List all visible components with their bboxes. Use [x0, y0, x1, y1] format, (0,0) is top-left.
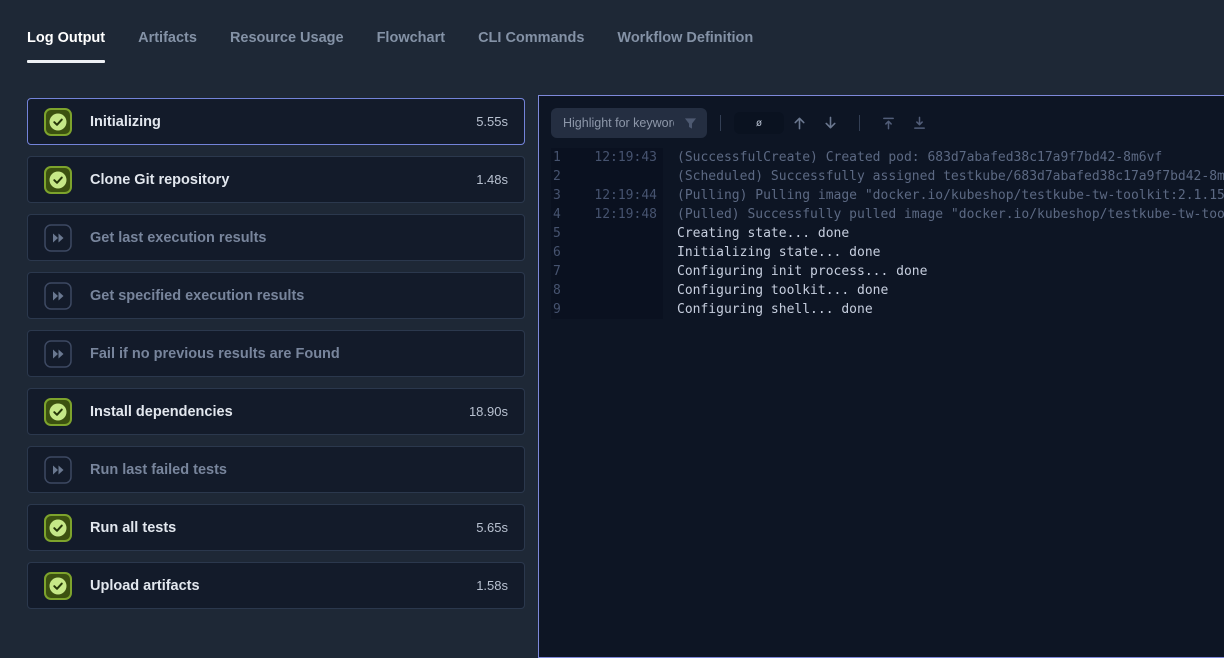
step-label: Get specified execution results — [90, 288, 304, 304]
check-success-icon — [44, 108, 72, 136]
step-duration: 5.65s — [476, 520, 508, 535]
step-label: Install dependencies — [90, 404, 233, 420]
tab-log-output[interactable]: Log Output — [27, 30, 105, 63]
log-line: 6 Initializing state... done — [551, 243, 1224, 262]
toolbar-divider — [859, 115, 860, 131]
log-line: 3 12:19:44 (Pulling) Pulling image "dock… — [551, 186, 1224, 205]
step-label: Fail if no previous results are Found — [90, 346, 340, 362]
line-number: 3 — [551, 186, 575, 205]
log-output-panel: ø 1 12:19:43 (SuccessfulCreate — [538, 95, 1224, 658]
log-line: 2 (Scheduled) Successfully assigned test… — [551, 167, 1224, 186]
line-text: Creating state... done — [663, 224, 849, 243]
step-get-specified-execution-results[interactable]: Get specified execution results — [27, 272, 525, 319]
skip-forward-icon — [44, 224, 72, 252]
check-success-icon — [44, 398, 72, 426]
keyword-search-box[interactable] — [551, 108, 707, 138]
step-install-dependencies[interactable]: Install dependencies 18.90s — [27, 388, 525, 435]
line-timestamp — [575, 262, 663, 281]
line-number: 1 — [551, 148, 575, 167]
check-success-icon — [44, 514, 72, 542]
step-run-last-failed-tests[interactable]: Run last failed tests — [27, 446, 525, 493]
line-number: 4 — [551, 205, 575, 224]
next-match-arrow-down-icon[interactable] — [823, 113, 838, 133]
log-line: 4 12:19:48 (Pulled) Successfully pulled … — [551, 205, 1224, 224]
filter-funnel-icon — [684, 117, 697, 130]
skip-forward-icon — [44, 282, 72, 310]
previous-match-arrow-up-icon[interactable] — [792, 113, 807, 133]
step-upload-artifacts[interactable]: Upload artifacts 1.58s — [27, 562, 525, 609]
line-text: (Pulling) Pulling image "docker.io/kubes… — [663, 186, 1224, 205]
step-label: Run last failed tests — [90, 462, 227, 478]
line-text: (Scheduled) Successfully assigned testku… — [663, 167, 1224, 186]
step-list: Initializing 5.55s Clone Git repository … — [27, 98, 525, 609]
line-timestamp: 12:19:43 — [575, 148, 663, 167]
log-line: 8 Configuring toolkit... done — [551, 281, 1224, 300]
step-label: Upload artifacts — [90, 578, 200, 594]
line-timestamp: 12:19:48 — [575, 205, 663, 224]
step-label: Run all tests — [90, 520, 176, 536]
log-line: 7 Configuring init process... done — [551, 262, 1224, 281]
line-number: 2 — [551, 167, 575, 186]
step-duration: 1.48s — [476, 172, 508, 187]
line-text: (Pulled) Successfully pulled image "dock… — [663, 205, 1224, 224]
line-timestamp — [575, 243, 663, 262]
line-text: Configuring toolkit... done — [663, 281, 888, 300]
tab-cli-commands[interactable]: CLI Commands — [478, 30, 584, 63]
step-label: Initializing — [90, 114, 161, 130]
tab-bar: Log Output Artifacts Resource Usage Flow… — [27, 30, 753, 63]
toolbar-divider — [720, 115, 721, 131]
step-fail-if-no-previous-results[interactable]: Fail if no previous results are Found — [27, 330, 525, 377]
line-timestamp: 12:19:44 — [575, 186, 663, 205]
step-duration: 18.90s — [469, 404, 508, 419]
step-label: Clone Git repository — [90, 172, 229, 188]
tab-resource-usage[interactable]: Resource Usage — [230, 30, 344, 63]
line-text: (SuccessfulCreate) Created pod: 683d7aba… — [663, 148, 1162, 167]
tab-workflow-definition[interactable]: Workflow Definition — [617, 30, 753, 63]
log-lines: 1 12:19:43 (SuccessfulCreate) Created po… — [551, 148, 1224, 319]
line-timestamp — [575, 224, 663, 243]
scroll-to-bottom-icon[interactable] — [912, 113, 927, 133]
step-run-all-tests[interactable]: Run all tests 5.65s — [27, 504, 525, 551]
line-text: Configuring init process... done — [663, 262, 927, 281]
log-line: 9 Configuring shell... done — [551, 300, 1224, 319]
step-get-last-execution-results[interactable]: Get last execution results — [27, 214, 525, 261]
line-timestamp — [575, 167, 663, 186]
line-number: 7 — [551, 262, 575, 281]
step-initializing[interactable]: Initializing 5.55s — [27, 98, 525, 145]
skip-forward-icon — [44, 456, 72, 484]
step-duration: 5.55s — [476, 114, 508, 129]
tab-artifacts[interactable]: Artifacts — [138, 30, 197, 63]
scroll-to-top-icon[interactable] — [881, 113, 896, 133]
line-number: 8 — [551, 281, 575, 300]
keyword-search-input[interactable] — [561, 115, 676, 131]
log-toolbar: ø — [551, 108, 1224, 138]
line-number: 5 — [551, 224, 575, 243]
skip-forward-icon — [44, 340, 72, 368]
step-label: Get last execution results — [90, 230, 266, 246]
match-counter-badge: ø — [734, 112, 784, 134]
line-text: Configuring shell... done — [663, 300, 873, 319]
line-text: Initializing state... done — [663, 243, 881, 262]
line-timestamp — [575, 300, 663, 319]
step-duration: 1.58s — [476, 578, 508, 593]
line-number: 9 — [551, 300, 575, 319]
tab-flowchart[interactable]: Flowchart — [377, 30, 445, 63]
check-success-icon — [44, 166, 72, 194]
line-number: 6 — [551, 243, 575, 262]
step-clone-git-repository[interactable]: Clone Git repository 1.48s — [27, 156, 525, 203]
log-line: 1 12:19:43 (SuccessfulCreate) Created po… — [551, 148, 1224, 167]
log-line: 5 Creating state... done — [551, 224, 1224, 243]
line-timestamp — [575, 281, 663, 300]
check-success-icon — [44, 572, 72, 600]
